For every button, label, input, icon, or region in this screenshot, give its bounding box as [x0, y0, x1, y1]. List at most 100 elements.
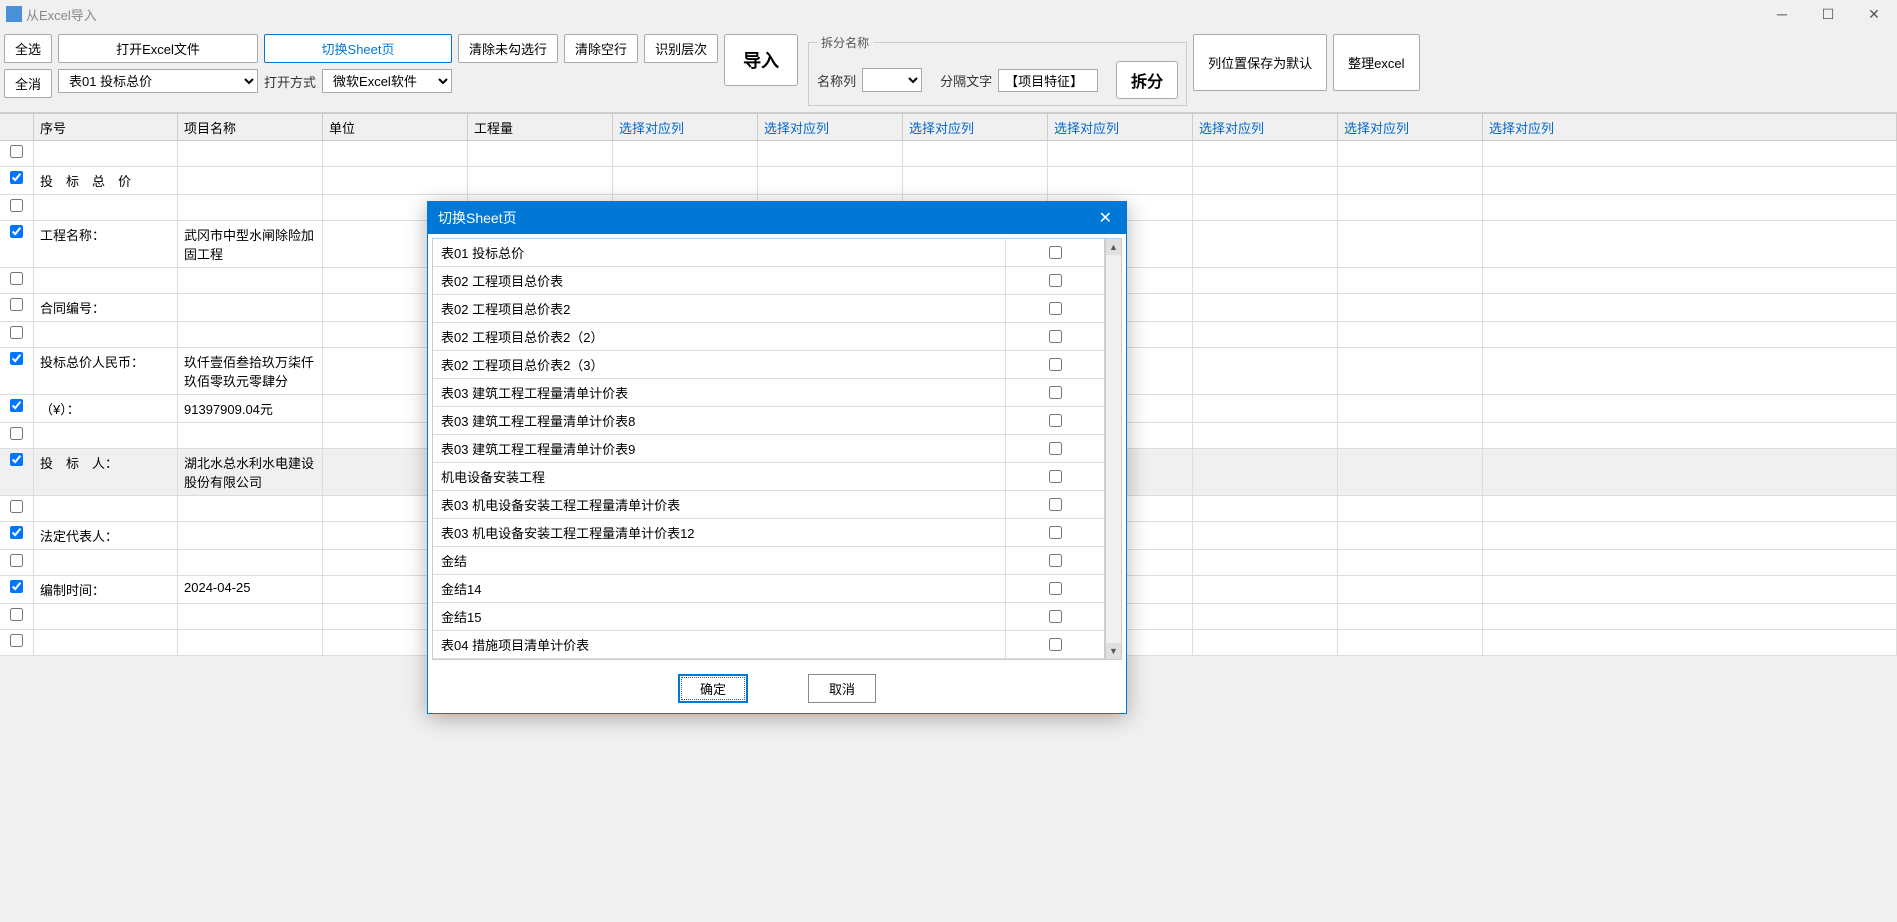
row-cell[interactable] [1193, 195, 1338, 220]
scroll-up-icon[interactable]: ▲ [1106, 239, 1121, 255]
split-text-input[interactable] [998, 69, 1098, 92]
identify-level-button[interactable]: 识别层次 [644, 34, 718, 63]
row-check-cell[interactable] [0, 496, 34, 521]
row-cell[interactable] [1483, 604, 1897, 629]
row-unit-cell[interactable] [323, 167, 468, 194]
row-cell[interactable] [1338, 423, 1483, 448]
header-select-4[interactable]: 选择对应列 [1048, 114, 1193, 140]
row-name-cell[interactable] [178, 522, 323, 549]
row-checkbox[interactable] [10, 453, 23, 466]
sheet-list-item[interactable]: 表02 工程项目总价表2 [433, 295, 1104, 323]
row-checkbox[interactable] [10, 399, 23, 412]
row-qty-cell[interactable] [468, 167, 613, 194]
row-cell[interactable] [1483, 576, 1897, 603]
row-cell[interactable] [1483, 630, 1897, 655]
sheet-list-item[interactable]: 表03 建筑工程工程量清单计价表 [433, 379, 1104, 407]
row-cell[interactable] [1483, 322, 1897, 347]
row-seq-cell[interactable]: 工程名称： [34, 221, 178, 267]
row-cell[interactable] [1193, 294, 1338, 321]
row-checkbox[interactable] [10, 554, 23, 567]
row-cell[interactable] [1338, 141, 1483, 166]
row-cell[interactable] [613, 167, 758, 194]
row-cell[interactable] [1483, 522, 1897, 549]
row-cell[interactable] [1338, 550, 1483, 575]
row-seq-cell[interactable] [34, 550, 178, 575]
row-checkbox[interactable] [10, 500, 23, 513]
row-seq-cell[interactable] [34, 423, 178, 448]
row-cell[interactable] [1193, 522, 1338, 549]
row-name-cell[interactable] [178, 630, 323, 655]
maximize-button[interactable]: ☐ [1805, 0, 1851, 28]
row-cell[interactable] [1338, 167, 1483, 194]
row-cell[interactable] [1193, 348, 1338, 394]
sheet-list-item[interactable]: 表03 建筑工程工程量清单计价表8 [433, 407, 1104, 435]
row-cell[interactable] [1483, 294, 1897, 321]
row-cell[interactable] [1483, 141, 1897, 166]
header-select-7[interactable]: 选择对应列 [1483, 114, 1897, 140]
row-name-cell[interactable] [178, 550, 323, 575]
table-row[interactable]: 投 标 总 价 [0, 167, 1897, 195]
sheet-list-item[interactable]: 表01 投标总价 [433, 239, 1104, 267]
row-name-cell[interactable] [178, 195, 323, 220]
header-select-3[interactable]: 选择对应列 [903, 114, 1048, 140]
row-check-cell[interactable] [0, 395, 34, 422]
row-check-cell[interactable] [0, 550, 34, 575]
row-cell[interactable] [1483, 268, 1897, 293]
row-cell[interactable] [1193, 550, 1338, 575]
row-check-cell[interactable] [0, 630, 34, 655]
row-cell[interactable] [1193, 449, 1338, 495]
row-name-cell[interactable] [178, 496, 323, 521]
row-cell[interactable] [1338, 268, 1483, 293]
row-unit-cell[interactable] [323, 141, 468, 166]
sheet-checkbox[interactable] [1049, 610, 1062, 623]
row-name-cell[interactable]: 9139790­9.04元 [178, 395, 323, 422]
row-qty-cell[interactable] [468, 141, 613, 166]
open-method-select[interactable]: 微软Excel软件 [322, 69, 452, 93]
row-cell[interactable] [1483, 348, 1897, 394]
row-cell[interactable] [1193, 423, 1338, 448]
row-cell[interactable] [1483, 423, 1897, 448]
deselect-all-button[interactable]: 全消 [4, 69, 52, 98]
row-cell[interactable] [1338, 604, 1483, 629]
row-name-cell[interactable]: 2024-04-25 [178, 576, 323, 603]
row-name-cell[interactable] [178, 322, 323, 347]
row-checkbox[interactable] [10, 225, 23, 238]
row-cell[interactable] [1338, 221, 1483, 267]
sheet-checkbox[interactable] [1049, 246, 1062, 259]
row-check-cell[interactable] [0, 294, 34, 321]
import-button[interactable]: 导入 [724, 34, 798, 86]
row-checkbox[interactable] [10, 298, 23, 311]
sheet-list-item[interactable]: 表02 工程项目总价表2（3） [433, 351, 1104, 379]
row-seq-cell[interactable] [34, 141, 178, 166]
row-cell[interactable] [1193, 496, 1338, 521]
sheet-checkbox[interactable] [1049, 330, 1062, 343]
sheet-checkbox[interactable] [1049, 442, 1062, 455]
dialog-ok-button[interactable]: 确定 [678, 674, 748, 703]
row-cell[interactable] [758, 167, 903, 194]
open-excel-button[interactable]: 打开Excel文件 [58, 34, 258, 63]
save-cols-button[interactable]: 列位置保存为默认 [1193, 34, 1327, 91]
row-cell[interactable] [1483, 167, 1897, 194]
row-check-cell[interactable] [0, 268, 34, 293]
row-check-cell[interactable] [0, 195, 34, 220]
row-seq-cell[interactable]: 法定代表人： [34, 522, 178, 549]
row-seq-cell[interactable]: 投标总价人民币： [34, 348, 178, 394]
header-qty[interactable]: 工程量 [468, 114, 613, 140]
row-cell[interactable] [1338, 496, 1483, 521]
header-select-6[interactable]: 选择对应列 [1338, 114, 1483, 140]
tidy-excel-button[interactable]: 整理excel [1333, 34, 1419, 91]
sheet-list-item[interactable]: 表04 措施项目清单计价表 [433, 631, 1104, 659]
dialog-scrollbar[interactable]: ▲ ▼ [1105, 238, 1122, 660]
row-seq-cell[interactable]: 投 标 人： [34, 449, 178, 495]
sheet-checkbox[interactable] [1049, 638, 1062, 651]
row-seq-cell[interactable] [34, 630, 178, 655]
sheet-list-item[interactable]: 表03 机电设备安装工程工程量清单计价表12 [433, 519, 1104, 547]
row-seq-cell[interactable] [34, 268, 178, 293]
row-cell[interactable] [1048, 141, 1193, 166]
sheet-checkbox[interactable] [1049, 554, 1062, 567]
row-cell[interactable] [1483, 449, 1897, 495]
row-cell[interactable] [1193, 322, 1338, 347]
row-checkbox[interactable] [10, 199, 23, 212]
header-seq[interactable]: 序号 [34, 114, 178, 140]
header-select-1[interactable]: 选择对应列 [613, 114, 758, 140]
